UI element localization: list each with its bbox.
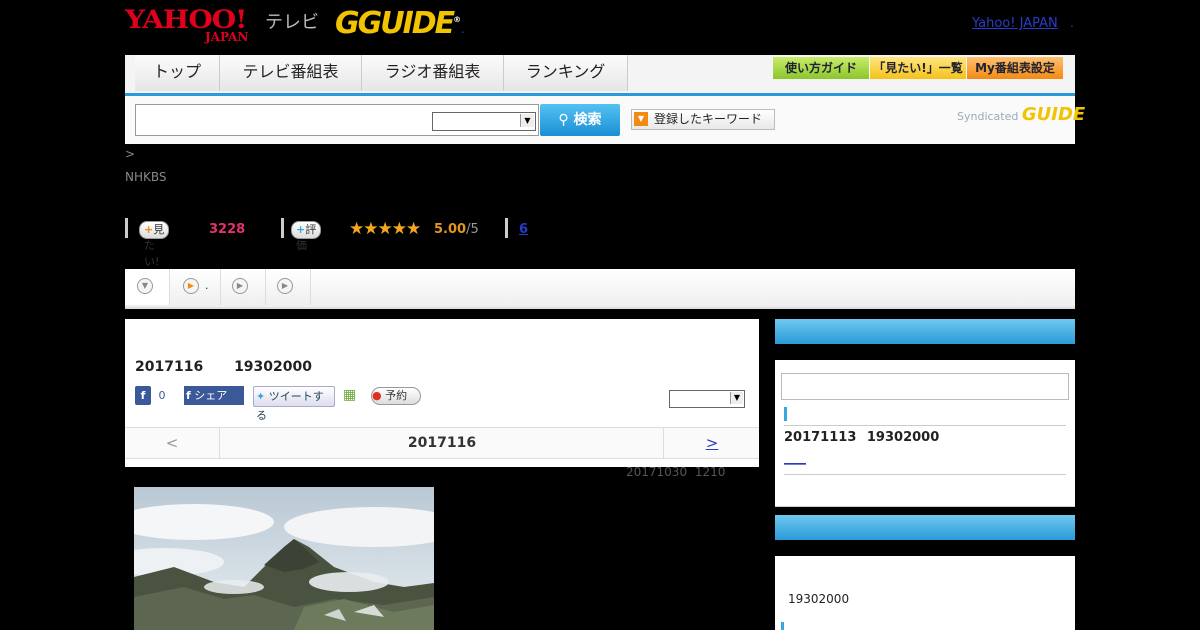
- search-button-label: 検索: [573, 112, 602, 128]
- guide-button[interactable]: 使い方ガイド: [773, 57, 869, 79]
- tv-label: テレビ: [265, 12, 319, 33]
- want-count: 3228: [209, 222, 246, 237]
- tweet-label: ツイートする: [256, 390, 324, 422]
- facebook-icon: f: [135, 386, 151, 405]
- yahoo-japan-text: JAPAN: [205, 30, 249, 44]
- divider: [784, 474, 1066, 475]
- sidebar-time: 19302000: [788, 592, 850, 606]
- date-pager: < 2017116 >: [125, 427, 759, 459]
- want-list-button[interactable]: 「見たい!」一覧: [870, 57, 966, 79]
- pager-prev-button[interactable]: <: [125, 428, 220, 458]
- channel-name: NHKBS: [125, 170, 167, 184]
- rating-value: 5.00/5: [434, 222, 479, 237]
- breadcrumb[interactable]: >: [125, 147, 135, 161]
- rating-stars: ★★★★★: [349, 219, 421, 239]
- program-photo: [134, 487, 434, 630]
- header-dot-right: .: [1070, 16, 1074, 30]
- nav-tab-radio-schedule[interactable]: ラジオ番組表: [362, 55, 504, 91]
- program-tab-bar: ▼ ▶ . ▶ ▶: [125, 269, 1075, 309]
- program-header: 2017116 19302000 f 0 f シェア ✦ ツイートする ▦ ● …: [125, 319, 759, 467]
- sidebar-band: [775, 540, 1075, 556]
- stat-divider: [505, 218, 508, 238]
- facebook-share-label: シェア: [194, 389, 228, 402]
- stat-divider: [125, 218, 128, 238]
- my-schedule-button[interactable]: My番組表設定: [967, 57, 1063, 79]
- tab-2-label: .: [205, 279, 209, 292]
- plus-icon: +: [296, 223, 306, 236]
- chevron-down-icon: ▼: [730, 392, 743, 404]
- stat-divider: [281, 218, 284, 238]
- sidebar-box-2: 19302000: [775, 515, 1075, 630]
- registered-keyword-label: 登録したキーワード: [654, 112, 763, 126]
- nav-tab-tv-schedule[interactable]: テレビ番組表: [220, 55, 362, 91]
- mountain-image: [134, 487, 434, 630]
- record-dot-icon: ●: [372, 389, 382, 402]
- divider: [784, 425, 1066, 426]
- section-marker: [784, 407, 787, 421]
- syndicated-guide-logo: GUIDE: [1021, 104, 1086, 125]
- calendar-add-icon[interactable]: ▦: [343, 386, 359, 405]
- section-marker: [781, 622, 784, 630]
- nav-tab-top[interactable]: トップ: [135, 55, 220, 91]
- main-nav: トップ テレビ番組表 ラジオ番組表 ランキング 使い方ガイド 「見たい!」一覧 …: [125, 55, 1075, 98]
- yahoo-japan-link[interactable]: Yahoo! JAPAN: [972, 16, 1058, 31]
- play-icon: ▶: [277, 278, 293, 294]
- facebook-icon: f: [186, 389, 191, 402]
- play-icon: ▶: [183, 278, 199, 294]
- rate-button[interactable]: +評価: [291, 221, 322, 252]
- registered-mark: ®: [453, 15, 461, 24]
- updated-timestamp: 20171030 1210: [626, 465, 726, 479]
- header-dot: .: [461, 22, 465, 36]
- down-arrow-icon: ▼: [137, 278, 153, 294]
- program-select[interactable]: ▼: [669, 390, 745, 408]
- sidebar-header: [775, 515, 1075, 540]
- rating-score: 5.00: [434, 222, 467, 237]
- syndicated-label: Syndicated: [957, 110, 1019, 123]
- tweet-button[interactable]: ✦ ツイートする: [253, 386, 335, 422]
- next-air-date: 20171113 19302000: [784, 430, 940, 445]
- tab-3[interactable]: ▶: [221, 269, 266, 305]
- search-button[interactable]: ⚲ 検索: [540, 104, 620, 136]
- yahoo-logo-text: YAHOO!: [125, 4, 247, 35]
- yahoo-logo[interactable]: YAHOO! JAPAN: [125, 4, 249, 46]
- sidebar-input[interactable]: [781, 373, 1069, 400]
- gguide-logo-text: GUIDE: [357, 6, 456, 41]
- sidebar-header: [775, 319, 1075, 344]
- play-icon: ▶: [232, 278, 248, 294]
- facebook-like-count: 0: [158, 389, 166, 402]
- sidebar-band: [775, 344, 1075, 360]
- tab-info[interactable]: ▼: [125, 269, 170, 305]
- pager-next-button[interactable]: >: [663, 428, 760, 458]
- chevron-down-icon: ▼: [520, 114, 534, 127]
- sidebar-next-broadcast: 20171113 19302000 ____: [775, 319, 1075, 507]
- tab-4[interactable]: ▶: [266, 269, 311, 305]
- plus-icon: +: [144, 223, 154, 236]
- search-icon: ⚲: [558, 112, 569, 128]
- rating-max: /5: [466, 222, 479, 237]
- reserve-label: 予約: [385, 389, 408, 402]
- registered-keyword-button[interactable]: ▼ 登録したキーワード: [631, 109, 775, 130]
- reserve-button[interactable]: ● 予約: [371, 387, 421, 405]
- dropdown-arrow-icon: ▼: [634, 112, 648, 126]
- gguide-g-icon: G: [335, 6, 360, 41]
- facebook-share-button[interactable]: f シェア: [184, 386, 244, 405]
- search-category-select[interactable]: ▼: [432, 112, 536, 131]
- nav-tab-ranking[interactable]: ランキング: [504, 55, 628, 91]
- facebook-like-button[interactable]: f 0: [135, 386, 173, 405]
- tab-2[interactable]: ▶ .: [170, 269, 221, 305]
- pager-current-date: 2017116: [407, 435, 477, 451]
- twitter-bird-icon: ✦: [256, 390, 266, 403]
- program-date-title: 2017116 19302000: [135, 359, 312, 375]
- gguide-logo[interactable]: GGUIDE®: [335, 6, 461, 41]
- want-button[interactable]: +見たい!: [139, 221, 170, 268]
- syndicated-logo: Syndicated GUIDE: [957, 104, 1085, 125]
- sidebar-link[interactable]: ____: [784, 452, 806, 465]
- comment-count-link[interactable]: 6: [519, 222, 528, 237]
